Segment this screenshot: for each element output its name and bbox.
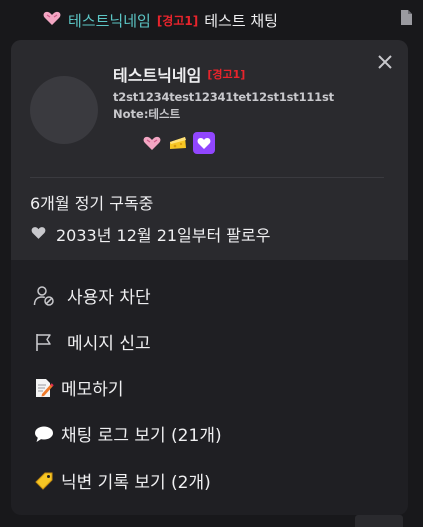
stage: 테스트닉네임 [경고1] 테스트 채팅 테스트닉네임 [경고1] t2st123… xyxy=(0,0,423,527)
nickname-history-label: 닉변 기록 보기 (2개) xyxy=(61,473,211,493)
divider xyxy=(30,177,384,178)
close-icon xyxy=(378,55,392,69)
memo-label: 메모하기 xyxy=(61,380,124,400)
note-label: Note: xyxy=(113,107,149,121)
chat-line[interactable]: 테스트닉네임 [경고1] 테스트 채팅 xyxy=(42,8,278,32)
speech-bubble-icon xyxy=(33,423,55,445)
flag-icon xyxy=(33,331,55,353)
cheese-badge-icon xyxy=(167,132,189,154)
user-card: 테스트닉네임 [경고1] t2st1234test12341tet12st1st… xyxy=(11,40,408,515)
chat-log-button[interactable]: 채팅 로그 보기 (21개) xyxy=(33,421,222,446)
report-message-button[interactable]: 메시지 신고 xyxy=(33,329,151,354)
block-user-button[interactable]: 사용자 차단 xyxy=(33,283,151,308)
chat-warning-label: [경고1] xyxy=(156,13,199,28)
nickname-history-button[interactable]: 닉변 기록 보기 (2개) xyxy=(33,468,211,493)
follow-status: 2033년 12월 21일부터 팔로우 xyxy=(31,222,270,246)
follow-since-text: 2033년 12월 21일부터 팔로우 xyxy=(56,226,271,245)
user-block-icon xyxy=(33,285,55,307)
pink-heart-badge-icon xyxy=(141,132,163,154)
memo-button[interactable]: 메모하기 xyxy=(33,375,124,400)
pink-heart-badge-icon xyxy=(42,10,62,30)
close-button[interactable] xyxy=(375,52,395,72)
memo-icon xyxy=(33,377,55,399)
heart-icon xyxy=(31,225,46,244)
avatar xyxy=(30,76,98,144)
document-icon[interactable] xyxy=(400,10,412,25)
tag-icon xyxy=(33,470,55,492)
profile-warning-label: [경고1] xyxy=(207,68,246,81)
chat-log-label: 채팅 로그 보기 (21개) xyxy=(61,426,222,446)
report-message-label: 메시지 신고 xyxy=(67,334,151,354)
profile-user-id: t2st1234test12341tet12st1st111st xyxy=(113,90,334,104)
purple-heart-badge-icon xyxy=(193,132,215,154)
profile-info: 테스트닉네임 [경고1] t2st1234test12341tet12st1st… xyxy=(113,62,334,122)
block-user-label: 사용자 차단 xyxy=(67,288,151,308)
profile-note: Note:테스트 xyxy=(113,106,334,122)
note-value: 테스트 xyxy=(148,107,181,121)
badge-list xyxy=(141,132,215,154)
chat-nickname[interactable]: 테스트닉네임 xyxy=(68,10,151,31)
profile-nickname: 테스트닉네임 xyxy=(113,66,202,85)
subscription-status: 6개월 정기 구독중 xyxy=(30,194,154,213)
background-element xyxy=(355,515,403,527)
chat-message: 테스트 채팅 xyxy=(204,11,278,30)
